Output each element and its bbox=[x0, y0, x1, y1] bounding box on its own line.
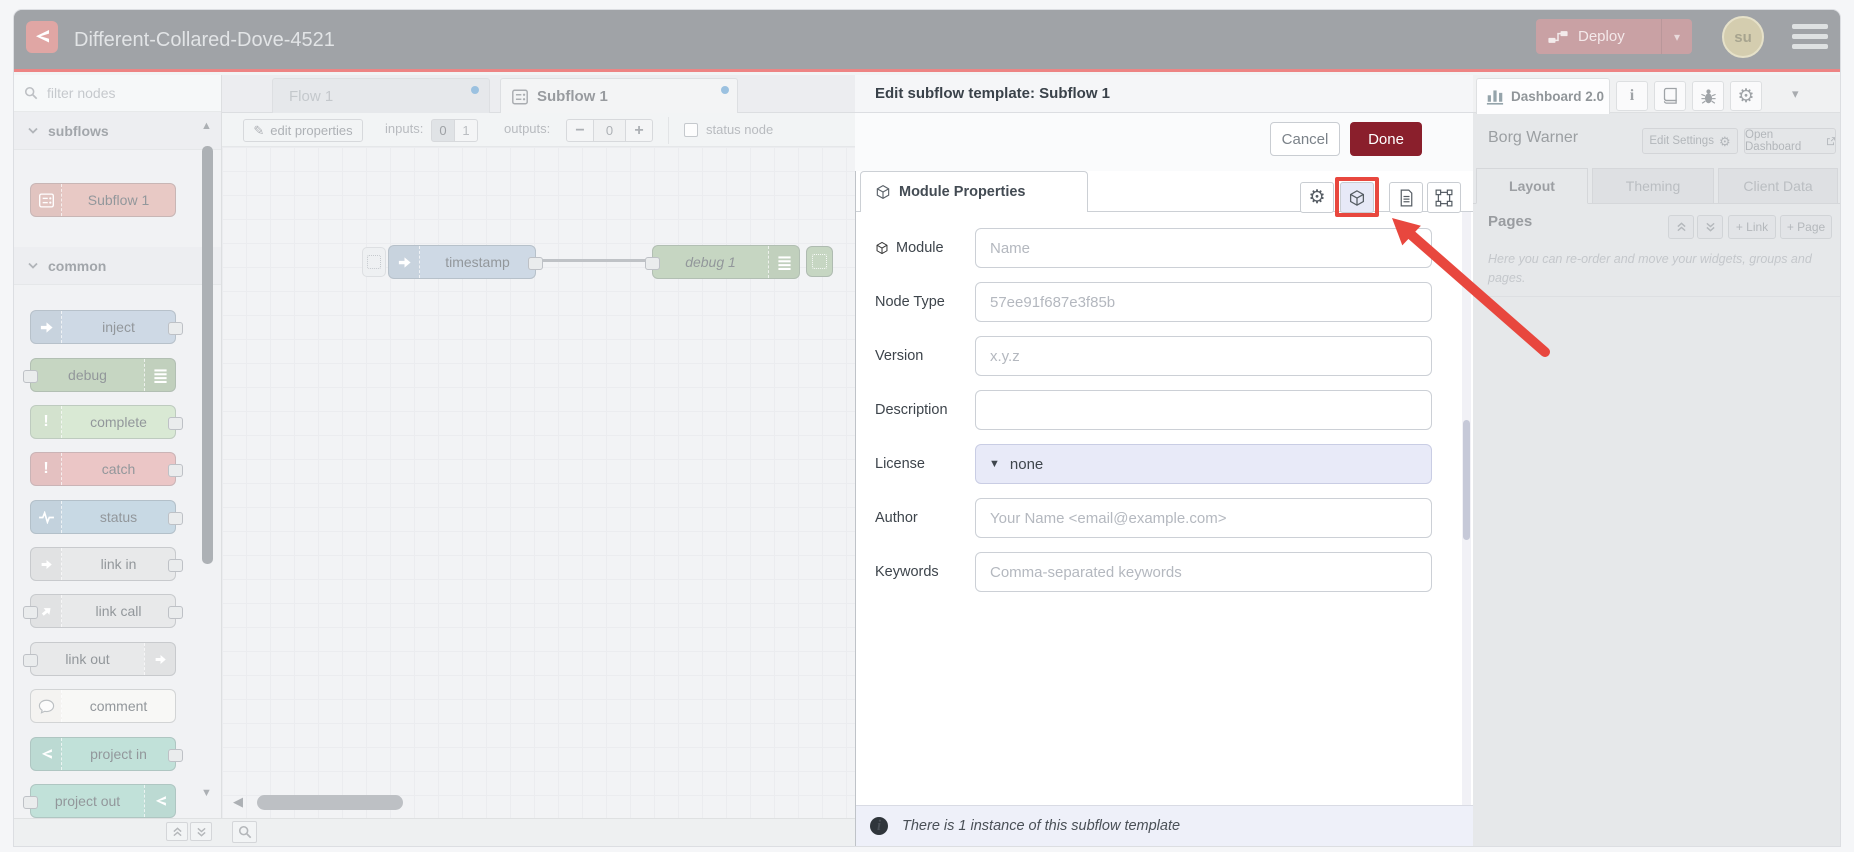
object-group-icon bbox=[1435, 189, 1453, 207]
version-input[interactable] bbox=[975, 336, 1432, 376]
tray-header: Edit subflow template: Subflow 1 bbox=[855, 75, 1473, 113]
description-input[interactable] bbox=[975, 390, 1432, 430]
node-type-field-label: Node Type bbox=[875, 294, 975, 310]
field-label-text: Description bbox=[875, 402, 948, 418]
done-button[interactable]: Done bbox=[1350, 122, 1422, 156]
field-label-text: Author bbox=[875, 510, 918, 526]
author-field-label: Author bbox=[875, 510, 975, 526]
annotation-arrow-shaft bbox=[1406, 230, 1550, 357]
annotation-highlight-box bbox=[1335, 177, 1379, 217]
gear-icon: ⚙ bbox=[1308, 187, 1326, 208]
tab-label: Module Properties bbox=[899, 184, 1026, 200]
instance-count-text: There is 1 instance of this subflow temp… bbox=[902, 818, 1181, 834]
module-field-label: Module bbox=[875, 240, 975, 256]
cube-icon bbox=[875, 241, 889, 255]
keywords-input[interactable] bbox=[975, 552, 1432, 592]
author-input[interactable] bbox=[975, 498, 1432, 538]
cancel-button[interactable]: Cancel bbox=[1270, 122, 1340, 156]
license-field-label: License bbox=[875, 456, 975, 472]
annotation-arrow bbox=[1392, 218, 1550, 357]
caret-down-icon: ▼ bbox=[989, 458, 1000, 470]
field-label-text: Module bbox=[896, 240, 944, 256]
node-red-editor: Different-Collared-Dove-4521 Deploy ▾ su… bbox=[0, 0, 1854, 852]
tray-footer: i There is 1 instance of this subflow te… bbox=[856, 805, 1473, 846]
cube-icon bbox=[875, 184, 891, 200]
keywords-field-label: Keywords bbox=[875, 564, 975, 580]
description-field-label: Description bbox=[875, 402, 975, 418]
node-settings-tab-button[interactable]: ⚙ bbox=[1300, 182, 1334, 213]
field-label-text: Version bbox=[875, 348, 924, 364]
module-input[interactable] bbox=[975, 228, 1432, 268]
document-icon bbox=[1399, 189, 1414, 207]
field-label-text: License bbox=[875, 456, 925, 472]
tray-title: Edit subflow template: Subflow 1 bbox=[875, 85, 1111, 102]
version-field-label: Version bbox=[875, 348, 975, 364]
license-value: none bbox=[1009, 455, 1044, 473]
info-circle-icon: i bbox=[870, 817, 888, 835]
field-label-text: Node Type bbox=[875, 294, 945, 310]
field-label-text: Keywords bbox=[875, 564, 939, 580]
tab-module-properties[interactable]: Module Properties bbox=[860, 171, 1088, 212]
license-select[interactable]: ▼ none bbox=[975, 444, 1432, 484]
node-type-input[interactable] bbox=[975, 282, 1432, 322]
tray-scrollbar-thumb[interactable] bbox=[1463, 420, 1470, 540]
